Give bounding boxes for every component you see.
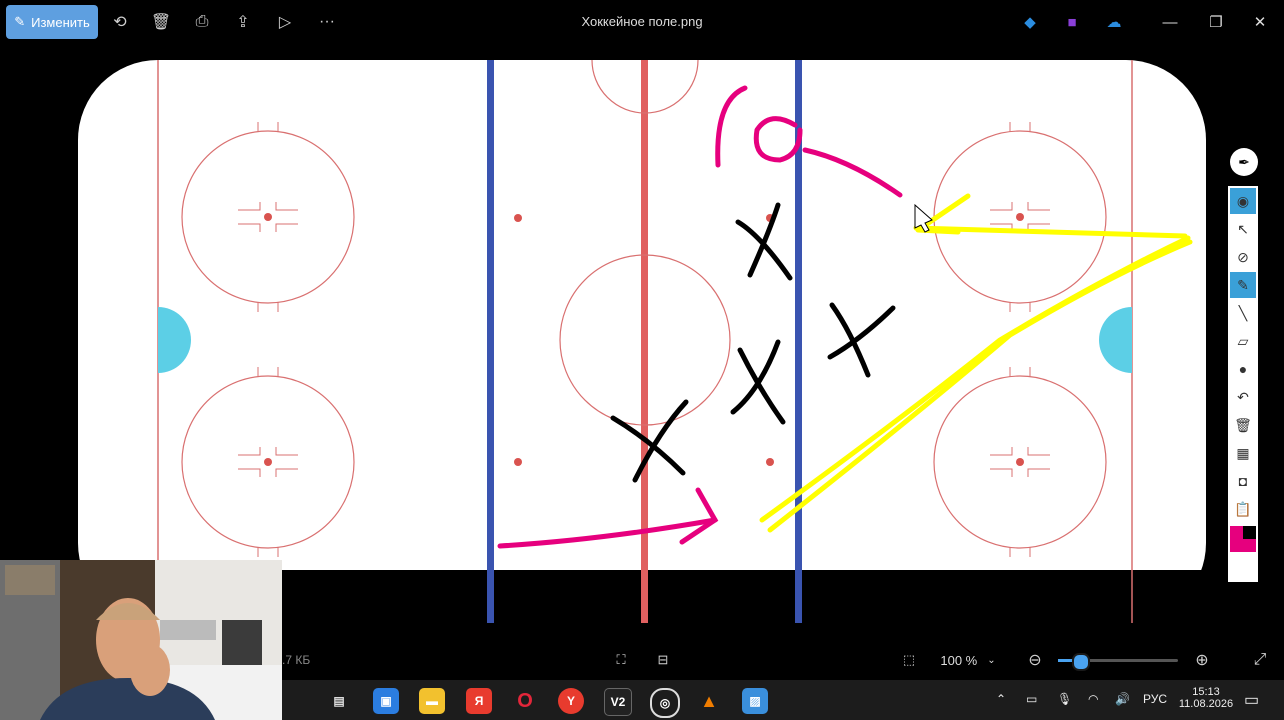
wifi-icon[interactable]: ◠ bbox=[1088, 692, 1098, 706]
rotate-icon[interactable]: ⟲ bbox=[108, 10, 132, 34]
zoom-select[interactable]: 100 % ⌄ bbox=[930, 648, 1006, 672]
chevron-down-icon: ⌄ bbox=[987, 654, 996, 666]
highlighter-icon[interactable]: ✎ bbox=[1230, 272, 1256, 298]
window-title: Хоккейное поле.png bbox=[581, 14, 703, 29]
opera-icon[interactable]: O bbox=[512, 688, 538, 714]
annotate-app-icon[interactable]: ◆ bbox=[1018, 10, 1042, 34]
ocr-icon[interactable]: ⊟ bbox=[651, 648, 675, 672]
eraser-icon[interactable]: ▱ bbox=[1230, 328, 1256, 354]
photos-icon[interactable]: ▨ bbox=[742, 688, 768, 714]
hockey-rink-image bbox=[78, 59, 1206, 623]
brush-size-icon[interactable]: ● bbox=[1230, 356, 1256, 382]
share-icon[interactable]: ⇪ bbox=[231, 10, 255, 34]
zoom-out-icon[interactable]: ⊖ bbox=[1023, 648, 1047, 672]
vlc-icon[interactable]: ▲ bbox=[696, 688, 722, 714]
file-size: .7 КБ bbox=[282, 653, 311, 667]
zoom-slider-knob[interactable] bbox=[1072, 653, 1090, 671]
clock-date: 11.08.2026 bbox=[1178, 698, 1234, 710]
volume-icon[interactable]: 🔊 bbox=[1115, 692, 1130, 706]
tray-chevron-icon[interactable]: ⌃ bbox=[996, 692, 1006, 706]
task-view-icon[interactable]: ▤ bbox=[326, 688, 352, 714]
eye-icon[interactable]: ◉ bbox=[1230, 188, 1256, 214]
trash-icon[interactable]: 🗑 bbox=[1230, 412, 1256, 438]
color-palette[interactable] bbox=[1230, 526, 1256, 552]
zoom-in-icon[interactable]: ⊕ bbox=[1190, 648, 1214, 672]
yandex-browser-icon[interactable]: Y bbox=[558, 688, 584, 714]
undo-icon[interactable]: ↶ bbox=[1230, 384, 1256, 410]
language-indicator[interactable]: РУС bbox=[1143, 692, 1167, 706]
notification-icon[interactable]: ▭ bbox=[1244, 690, 1259, 710]
board-icon[interactable]: ▦ bbox=[1230, 440, 1256, 466]
edit-label: Изменить bbox=[31, 14, 90, 30]
edit-icon: ✎ bbox=[14, 14, 26, 29]
clipboard-icon[interactable]: 📋 bbox=[1230, 496, 1256, 522]
edit-button[interactable]: ✎ Изменить bbox=[6, 5, 98, 39]
yandex-icon[interactable]: Я bbox=[466, 688, 492, 714]
slideshow-icon[interactable]: ▷ bbox=[273, 10, 297, 34]
store-icon[interactable]: ▣ bbox=[373, 688, 399, 714]
clock[interactable]: 15:13 11.08.2026 bbox=[1178, 686, 1234, 710]
zoom-value: 100 % bbox=[940, 652, 978, 668]
minimize-icon[interactable]: — bbox=[1158, 10, 1182, 34]
annotation-toolbar: ◉ ↖ ⊘ ✎ ╲ ▱ ● ↶ 🗑 ▦ ◘ 📋 bbox=[1228, 186, 1258, 582]
clipchamp-icon[interactable]: ■ bbox=[1060, 10, 1084, 34]
fullscreen-icon[interactable]: ⤢ bbox=[1248, 648, 1272, 672]
v2-icon[interactable]: V2 bbox=[604, 688, 632, 716]
webcam-overlay bbox=[0, 560, 282, 720]
pen-nib-icon[interactable]: ✒ bbox=[1230, 148, 1258, 176]
mic-icon[interactable]: 🎙 bbox=[1057, 692, 1072, 706]
print-icon[interactable]: ⎙ bbox=[190, 10, 214, 34]
pointer-icon[interactable]: ↖ bbox=[1230, 216, 1256, 242]
image-viewer bbox=[0, 46, 1284, 624]
delete-icon[interactable]: 🗑 bbox=[149, 10, 173, 34]
hide-icon[interactable]: ⊘ bbox=[1230, 244, 1256, 270]
camera-icon[interactable]: ◘ bbox=[1230, 468, 1256, 494]
explorer-icon[interactable]: ▬ bbox=[419, 688, 445, 714]
maximize-icon[interactable]: ❐ bbox=[1204, 10, 1228, 34]
device-icon[interactable]: ▭ bbox=[1026, 692, 1037, 706]
clock-time: 15:13 bbox=[1192, 686, 1220, 698]
close-icon[interactable]: ✕ bbox=[1248, 10, 1272, 34]
fit-icon[interactable]: ⬚ bbox=[897, 648, 921, 672]
line-icon[interactable]: ╲ bbox=[1230, 300, 1256, 326]
obs-icon[interactable]: ◎ bbox=[650, 688, 680, 718]
more-icon[interactable]: ··· bbox=[315, 10, 339, 34]
select-icon[interactable]: ⛶ bbox=[609, 648, 633, 672]
cloud-icon[interactable]: ☁ bbox=[1102, 10, 1126, 34]
